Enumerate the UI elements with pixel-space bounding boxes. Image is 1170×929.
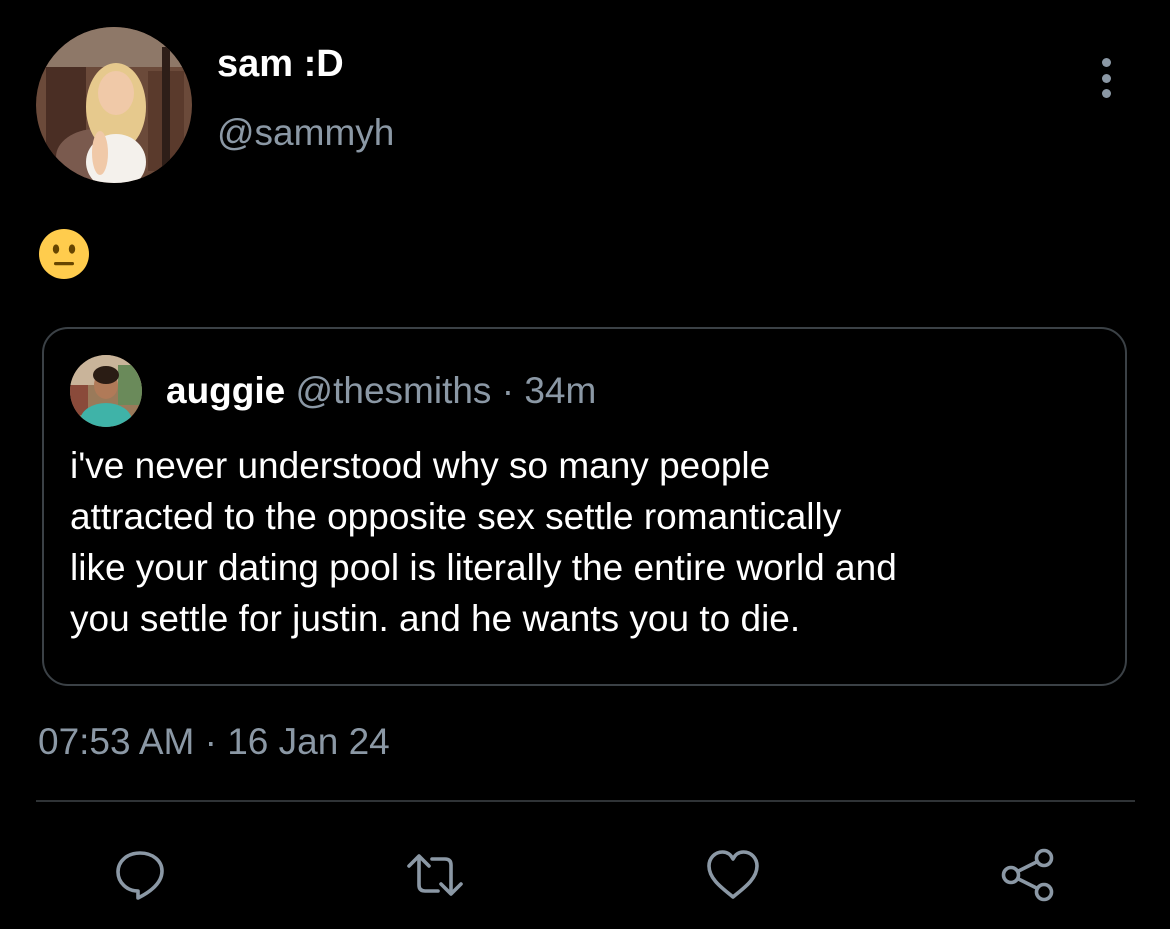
more-dot-icon [1101, 73, 1111, 83]
quoted-tweet-card[interactable]: auggie @thesmiths · 34m i've never under… [42, 327, 1127, 686]
tweet-detail-view: sam :D @sammyh auggie @thesmiths · 34m i… [0, 0, 1170, 929]
divider [36, 800, 1135, 802]
header-separator: · [491, 370, 525, 411]
retweet-button[interactable] [405, 845, 465, 905]
quoted-tweet-text: i've never understood why so many people… [70, 445, 897, 639]
quoted-author-avatar-image [70, 355, 142, 427]
share-button[interactable] [998, 845, 1058, 905]
author-avatar-image [36, 27, 192, 183]
more-options-button[interactable] [1086, 56, 1126, 100]
quoted-author-avatar[interactable] [70, 355, 142, 427]
tweet-timestamp: 07:53 AM · 16 Jan 24 [38, 721, 390, 762]
quoted-tweet-header: auggie @thesmiths · 34m [166, 368, 596, 414]
author-display-name[interactable]: sam :D [217, 40, 344, 88]
retweet-icon [407, 854, 463, 896]
share-icon [1001, 848, 1054, 902]
reply-button[interactable] [110, 845, 170, 905]
quoted-author-name[interactable]: auggie [166, 370, 285, 411]
heart-icon [707, 850, 759, 899]
neutral-face-emoji [38, 228, 90, 280]
like-button[interactable] [703, 845, 763, 905]
more-dot-icon [1101, 58, 1111, 67]
more-dot-icon [1101, 89, 1111, 98]
speech-bubble-icon [116, 851, 164, 900]
author-handle[interactable]: @sammyh [217, 109, 394, 157]
author-avatar[interactable] [36, 27, 192, 183]
quoted-author-handle[interactable]: @thesmiths [296, 370, 492, 411]
quoted-tweet-age: 34m [524, 370, 597, 411]
